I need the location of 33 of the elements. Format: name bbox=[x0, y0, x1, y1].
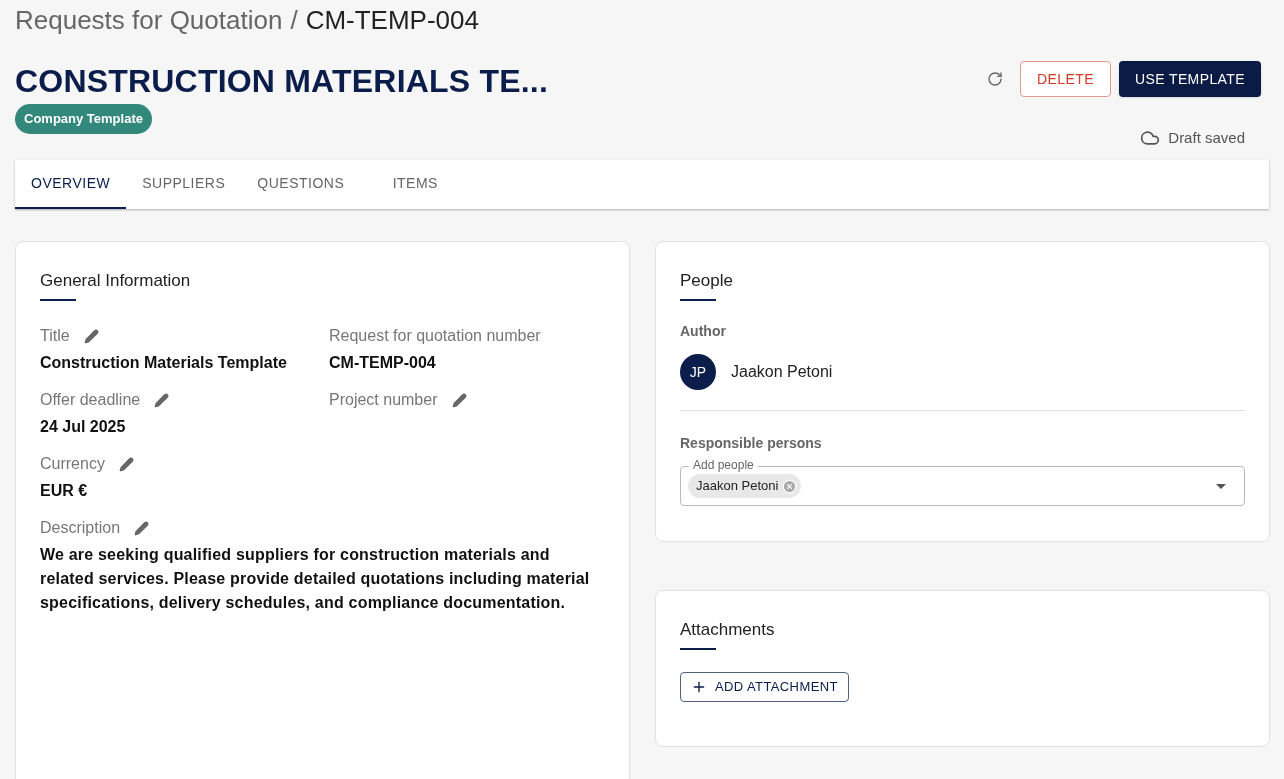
add-attachment-button[interactable]: ADD ATTACHMENT bbox=[680, 672, 849, 702]
section-heading: Attachments bbox=[680, 618, 775, 641]
tab[interactable]: QUESTIONS bbox=[241, 159, 361, 209]
field-label: Project number bbox=[329, 390, 438, 410]
breadcrumb-link[interactable]: Requests for Quotation bbox=[15, 5, 283, 35]
section-heading: People bbox=[680, 269, 733, 292]
tab[interactable]: ITEMS bbox=[360, 159, 471, 209]
action-button[interactable]: USE TEMPLATE bbox=[1118, 61, 1261, 97]
tab[interactable]: OVERVIEW bbox=[15, 159, 127, 209]
author-label: Author bbox=[680, 322, 727, 341]
template-badge: Company Template bbox=[15, 104, 152, 134]
field-value: Construction Materials Template bbox=[40, 353, 288, 373]
responsible-label: Responsible persons bbox=[680, 434, 823, 453]
field-value: CM-TEMP-004 bbox=[329, 353, 437, 373]
person-chip: Jaakon Petoni bbox=[688, 474, 802, 498]
breadcrumb-separator: / bbox=[290, 5, 298, 35]
field-value: 24 Jul 2025 bbox=[40, 417, 127, 437]
field-value: EUR € bbox=[40, 481, 89, 501]
tab[interactable]: SUPPLIERS bbox=[126, 159, 242, 209]
action-button[interactable]: DELETE bbox=[1020, 61, 1111, 97]
field-label: Description bbox=[40, 518, 121, 538]
field-label: Title bbox=[40, 326, 70, 346]
save-status: Draft saved bbox=[1168, 128, 1245, 148]
page-title: CONSTRUCTION MATERIALS TE... bbox=[15, 62, 548, 100]
author-name: Jaakon Petoni bbox=[731, 362, 833, 382]
breadcrumb-current: CM-TEMP-004 bbox=[305, 5, 479, 35]
field-value: We are seeking qualified suppliers for construction materials and related services. Please provide detailed quotations including material specifications, delivery schedules, and compliance documentation. bbox=[40, 545, 591, 613]
field-label: Request for quotation number bbox=[329, 326, 541, 346]
avatar: JP bbox=[680, 354, 716, 390]
section-heading: General Information bbox=[40, 269, 191, 292]
field-label: Offer deadline bbox=[40, 390, 141, 410]
field-floating-label: Add people bbox=[689, 458, 758, 472]
field-label: Currency bbox=[40, 454, 105, 474]
